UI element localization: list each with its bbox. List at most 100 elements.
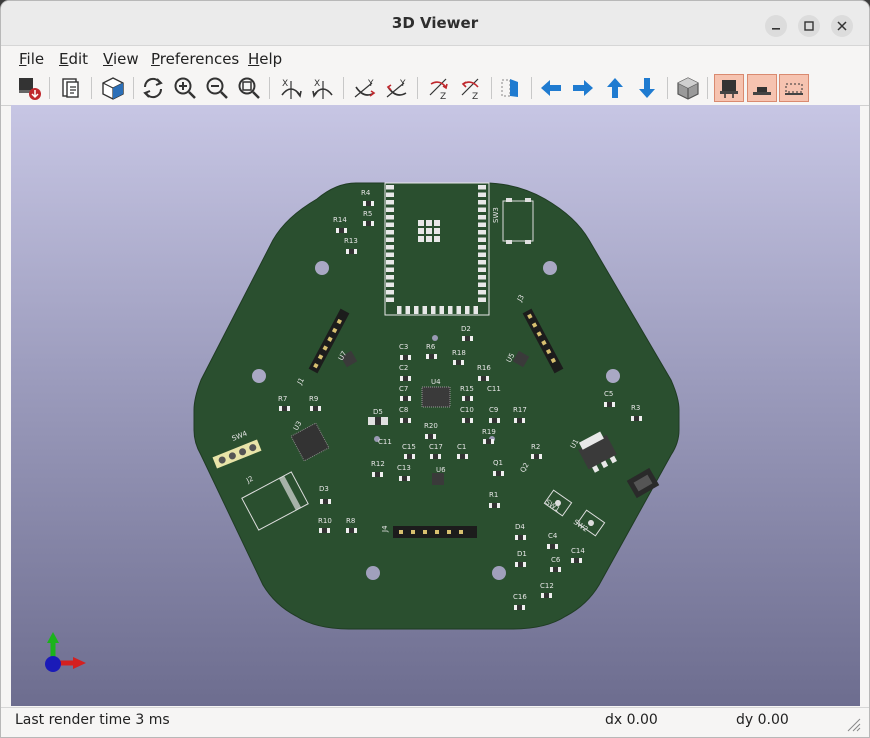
status-bar: Last render time 3 ms dx 0.00 dy 0.00	[1, 707, 869, 737]
clipboard-icon	[62, 78, 79, 98]
silkscreen-label: C4	[548, 532, 558, 540]
reload-button[interactable]	[139, 74, 167, 102]
export-image-button[interactable]	[15, 74, 43, 102]
close-button[interactable]	[831, 15, 853, 37]
silkscreen-label: D1	[517, 550, 527, 558]
move-left-button[interactable]	[537, 74, 565, 102]
silkscreen-label: C8	[399, 406, 408, 414]
zoom-fit-icon	[238, 77, 260, 99]
silkscreen-label: R19	[482, 428, 496, 436]
silkscreen-label: C9	[489, 406, 498, 414]
smd-icon	[753, 87, 771, 95]
resize-grip-icon[interactable]	[845, 716, 861, 732]
rotate-x-ccw-button[interactable]: X	[309, 74, 337, 102]
silkscreen-label: D2	[461, 325, 471, 333]
move-up-button[interactable]	[601, 74, 629, 102]
window-title: 3D Viewer	[391, 14, 479, 32]
projection-button[interactable]	[674, 74, 702, 102]
silkscreen-label: SW3	[492, 207, 500, 223]
zoom-out-button[interactable]	[203, 74, 231, 102]
flip-board-icon	[501, 79, 518, 97]
silkscreen-label: C14	[571, 547, 585, 555]
menu-help[interactable]: Help	[248, 50, 282, 68]
zoom-in-icon	[174, 77, 196, 99]
rotate-z-cw-icon: Z	[429, 78, 448, 101]
silkscreen-label: R15	[460, 385, 474, 393]
maximize-icon	[804, 21, 814, 31]
move-right-button[interactable]	[569, 74, 597, 102]
silkscreen-label: R17	[513, 406, 527, 414]
rotate-z-ccw-icon: Z	[461, 78, 479, 101]
through-hole-icon	[720, 80, 738, 98]
silkscreen-label: R16	[477, 364, 491, 372]
move-down-button[interactable]	[633, 74, 661, 102]
show-tht-button[interactable]	[714, 74, 744, 102]
toolbar: X X Y Y Z Z	[1, 71, 869, 106]
silkscreen-label: R7	[278, 395, 287, 403]
zoom-in-button[interactable]	[171, 74, 199, 102]
dy-readout: dy 0.00	[736, 712, 789, 728]
cube-icon	[677, 77, 699, 100]
arrow-up-icon	[607, 78, 623, 98]
reload-icon	[143, 77, 163, 99]
svg-text:X: X	[282, 79, 288, 89]
silkscreen-label: R20	[424, 422, 438, 430]
minimize-icon	[772, 28, 780, 30]
minimize-button[interactable]	[765, 15, 787, 37]
rotate-x-cw-icon: X	[281, 79, 302, 99]
silkscreen-label: D5	[373, 408, 383, 416]
silkscreen-label: C7	[399, 385, 408, 393]
zoom-fit-button[interactable]	[235, 74, 263, 102]
rotate-y-ccw-button[interactable]: Y	[383, 74, 411, 102]
silkscreen-label: C5	[604, 390, 613, 398]
rotate-y-cw-icon: Y	[354, 79, 376, 98]
arrow-down-icon	[639, 78, 655, 98]
rotate-x-ccw-icon: X	[312, 79, 333, 99]
maximize-button[interactable]	[798, 15, 820, 37]
silkscreen-label: J4	[381, 525, 389, 533]
silkscreen-label: R13	[344, 237, 358, 245]
cube-options-icon	[102, 77, 124, 100]
svg-text:X: X	[314, 79, 320, 89]
silkscreen-label: R1	[489, 491, 498, 499]
silkscreen-label: R3	[631, 404, 640, 412]
rotate-y-cw-button[interactable]: Y	[351, 74, 379, 102]
menu-view[interactable]: View	[103, 50, 139, 68]
silkscreen-label: R8	[346, 517, 355, 525]
flip-board-button[interactable]	[497, 74, 525, 102]
silkscreen-label: R12	[371, 460, 385, 468]
silkscreen-label: D4	[515, 523, 525, 531]
arrow-left-icon	[541, 80, 561, 96]
silkscreen-label: U4	[431, 378, 441, 386]
silkscreen-label: R2	[531, 443, 540, 451]
virtual-component-icon	[785, 83, 803, 95]
rotate-z-cw-button[interactable]: Z	[425, 74, 453, 102]
dx-readout: dx 0.00	[605, 712, 658, 728]
rotate-x-cw-button[interactable]: X	[277, 74, 305, 102]
show-virtual-button[interactable]	[779, 74, 809, 102]
silkscreen-label: C13	[397, 464, 411, 472]
3d-viewport[interactable]: R4 R5 R14 R13 SW3 J3 D2 R6 R18 C3 U7 C2 R16 U5 J1 C7 U4 R…	[11, 105, 860, 706]
silkscreen-label: R4	[361, 189, 371, 197]
copy-to-clipboard-button[interactable]	[57, 74, 85, 102]
silkscreen-label: C2	[399, 364, 408, 372]
show-smd-button[interactable]	[747, 74, 777, 102]
axis-gizmo	[45, 632, 86, 672]
silkscreen-label: R6	[426, 343, 436, 351]
arrow-right-icon	[573, 80, 593, 96]
menu-edit[interactable]: Edit	[59, 50, 88, 68]
menu-preferences[interactable]: Preferences	[151, 50, 239, 68]
silkscreen-label: R10	[318, 517, 332, 525]
silkscreen-label: R9	[309, 395, 318, 403]
rotate-z-ccw-button[interactable]: Z	[457, 74, 485, 102]
close-icon	[837, 21, 847, 31]
pcb-render[interactable]: R4R5R14R13SW3J3D2R6R18C3U7C2 R16U5J1C7U4R…	[11, 105, 860, 706]
silkscreen-label: R18	[452, 349, 466, 357]
silkscreen-label: C15	[402, 443, 416, 451]
silkscreen-label: R5	[363, 210, 372, 218]
svg-text:Z: Z	[472, 92, 478, 101]
menu-file[interactable]: File	[19, 50, 44, 68]
silkscreen-label: C10	[460, 406, 474, 414]
render-options-button[interactable]	[99, 74, 127, 102]
silkscreen-label: R14	[333, 216, 347, 224]
